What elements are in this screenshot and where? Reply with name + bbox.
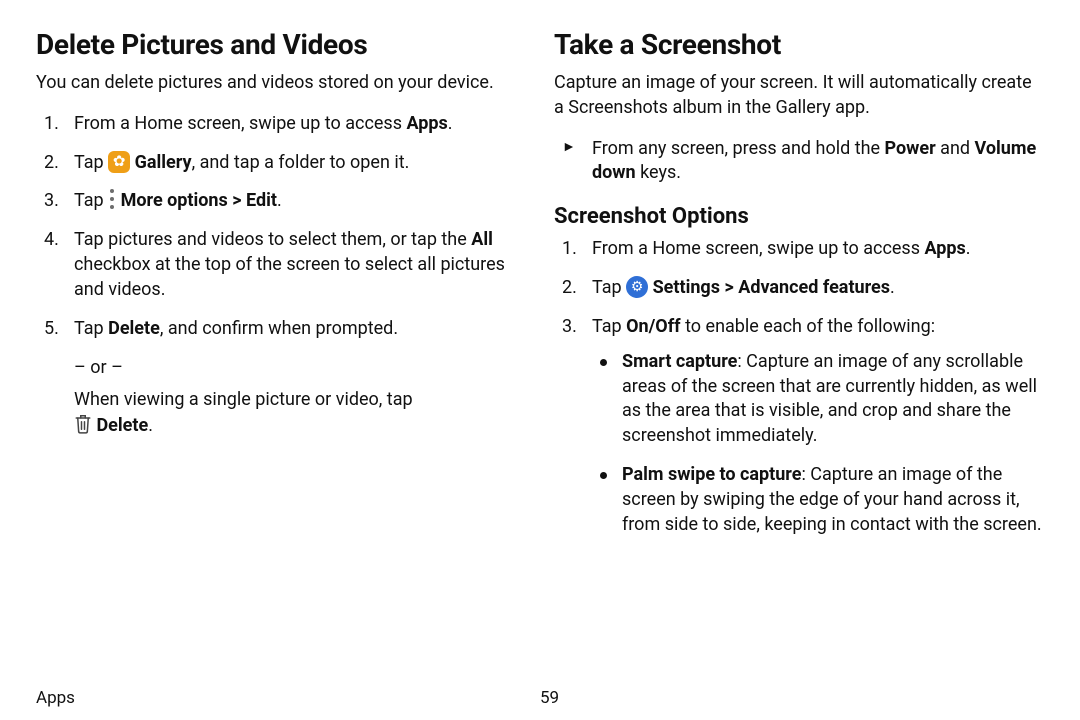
step-1: From a Home screen, swipe up to access A… [554,237,1044,262]
text: checkbox at the top of the screen to sel… [74,254,505,300]
text: Tap [74,152,108,173]
power-label: Power [885,138,936,159]
heading-screenshot: Take a Screenshot [554,28,1044,61]
step-2: Tap Gallery, and tap a folder to open it… [36,151,526,176]
advanced-features-label: Advanced features [738,277,890,298]
text: Gallery [135,152,192,173]
footer-section-label: Apps [36,688,540,708]
footer-page-number: 59 [540,688,559,708]
text: From a Home screen, swipe up to access [74,113,406,134]
text: . [890,277,895,298]
text: From any screen, press and hold the [592,138,885,159]
text: Tap [592,277,626,298]
intro-screenshot: Capture an image of your screen. It will… [554,71,1044,121]
manual-page: Delete Pictures and Videos You can delet… [0,0,1080,720]
text: keys. [636,162,681,183]
left-column: Delete Pictures and Videos You can delet… [36,28,526,684]
step-5: Tap Delete, and confirm when prompted. [36,317,526,342]
intro-delete: You can delete pictures and videos store… [36,71,526,96]
options-list: Smart capture: Capture an image of any s… [592,350,1044,538]
text: to enable each of the following: [681,316,935,337]
more-options-icon [108,189,116,209]
text: . [966,238,971,259]
delete-icon [74,413,92,435]
chevron: > [228,190,246,211]
apps-label: Apps [924,238,965,259]
page-footer: Apps 59 [36,684,1044,708]
text: Tap pictures and videos to select them, … [74,229,471,250]
delete-label: Delete [96,415,148,436]
text: Tap [74,190,108,211]
delete-label: Delete [108,318,160,339]
more-options-label: More options [121,190,228,211]
step-4: Tap pictures and videos to select them, … [36,228,526,302]
heading-delete-pictures: Delete Pictures and Videos [36,28,526,61]
step-2: Tap Settings > Advanced features. [554,276,1044,301]
step-3: Tap On/Off to enable each of the followi… [554,315,1044,538]
option-palm-swipe: Palm swipe to capture: Capture an image … [592,463,1044,537]
steps-screenshot-options: From a Home screen, swipe up to access A… [554,237,1044,537]
palm-swipe-label: Palm swipe to capture [622,464,801,485]
settings-icon [626,276,648,298]
smart-capture-label: Smart capture [622,351,737,372]
text: More options [121,190,228,211]
or-divider: – or – [74,356,526,381]
text: , and tap a folder to open it. [192,152,410,173]
apps-label: Apps [406,113,447,134]
arrow-instruction: From any screen, press and hold the Powe… [554,137,1044,187]
steps-delete: From a Home screen, swipe up to access A… [36,112,526,342]
text: Tap [592,316,626,337]
alternate-instruction: When viewing a single picture or video, … [74,388,526,439]
text: When viewing a single picture or video, … [74,389,413,410]
edit-label: Edit [246,190,277,211]
step-1: From a Home screen, swipe up to access A… [36,112,526,137]
subheading-screenshot-options: Screenshot Options [554,204,1044,229]
right-column: Take a Screenshot Capture an image of yo… [554,28,1044,684]
text: , and confirm when prompted. [160,318,398,339]
text: Tap [74,318,108,339]
step-3: Tap More options > Edit. [36,189,526,214]
text: From a Home screen, swipe up to access [592,238,924,259]
settings-label: Settings [653,277,720,298]
text: and [936,138,975,159]
gallery-label: Gallery [135,152,192,173]
text: . [148,415,153,436]
text: Settings [653,277,720,298]
option-smart-capture: Smart capture: Capture an image of any s… [592,350,1044,449]
onoff-label: On/Off [626,316,680,337]
gallery-icon [108,151,130,173]
two-column-layout: Delete Pictures and Videos You can delet… [36,28,1044,684]
text: . [448,113,453,134]
chevron: > [720,277,738,298]
text: Delete [96,415,148,436]
text: . [277,190,282,211]
all-label: All [471,229,493,250]
